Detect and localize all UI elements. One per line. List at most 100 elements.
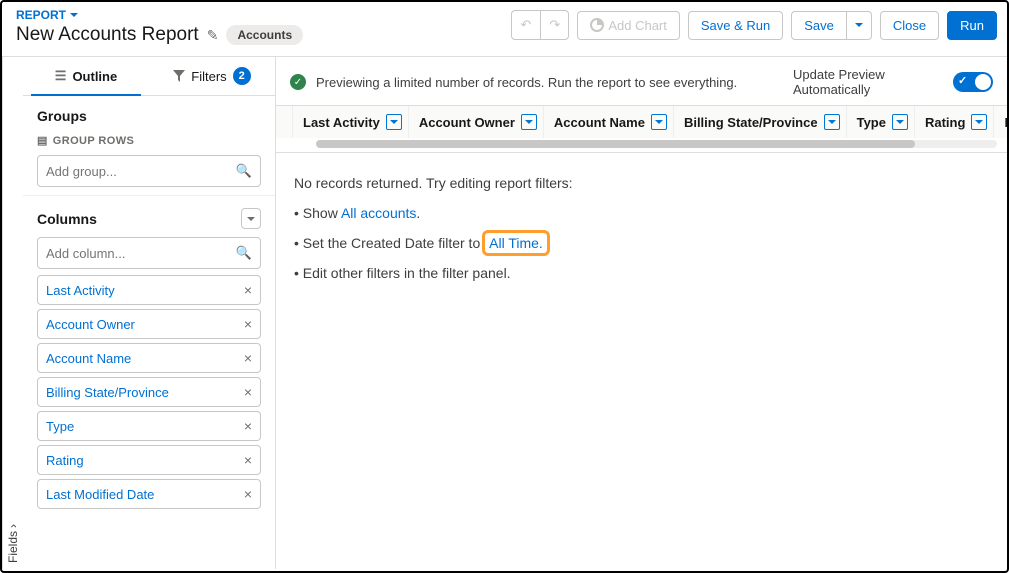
remove-column-icon[interactable]: ×: [244, 316, 252, 332]
columns-title: Columns: [37, 211, 97, 227]
header-left: REPORT New Accounts Report ✎ Accounts: [16, 8, 511, 46]
column-header[interactable]: Las: [994, 106, 1007, 138]
tab-filters[interactable]: Filters 2: [149, 57, 275, 95]
remove-column-icon[interactable]: ×: [244, 486, 252, 502]
column-header[interactable]: Account Name: [544, 106, 674, 138]
report-type-text: REPORT: [16, 8, 66, 22]
remove-column-icon[interactable]: ×: [244, 452, 252, 468]
column-header-label: Rating: [925, 115, 965, 130]
save-button[interactable]: Save: [791, 11, 846, 40]
add-column-input-wrap[interactable]: 🔍: [37, 237, 261, 269]
add-group-input-wrap[interactable]: 🔍: [37, 155, 261, 187]
column-item-label: Type: [46, 419, 74, 434]
tab-outline[interactable]: ☰ Outline: [23, 57, 149, 95]
column-header-label: Last Activity: [303, 115, 380, 130]
column-item[interactable]: Rating ×: [37, 445, 261, 475]
all-accounts-link[interactable]: All accounts: [341, 205, 416, 221]
horizontal-scrollbar[interactable]: [316, 140, 997, 148]
sidebar-tabs: ☰ Outline Filters 2: [23, 57, 275, 96]
filter-count-badge: 2: [233, 67, 251, 85]
add-chart-label: Add Chart: [608, 18, 667, 33]
column-item[interactable]: Account Owner ×: [37, 309, 261, 339]
column-item-label: Billing State/Province: [46, 385, 169, 400]
tab-outline-label: Outline: [72, 69, 117, 84]
column-header[interactable]: Type: [847, 106, 915, 138]
column-header-label: Type: [857, 115, 886, 130]
redo-button[interactable]: ↷: [540, 10, 569, 40]
column-list: Last Activity×Account Owner×Account Name…: [37, 275, 261, 509]
column-item[interactable]: Account Name×: [37, 343, 261, 373]
group-rows-label: ▤ GROUP ROWS: [37, 134, 261, 147]
column-menu-icon[interactable]: [651, 114, 667, 130]
report-type-label[interactable]: REPORT: [16, 8, 511, 22]
remove-column-icon[interactable]: ×: [244, 384, 252, 400]
search-icon: 🔍: [236, 163, 252, 179]
column-item-label: Account Owner: [46, 317, 135, 332]
main-content: ✓ Previewing a limited number of records…: [276, 57, 1007, 569]
chevron-down-icon: [855, 21, 863, 29]
table-header-wrap: Last Activity Account Owner Account Name Bi…: [276, 106, 1007, 153]
chevron-down-icon: [70, 11, 78, 19]
save-menu-button[interactable]: [846, 11, 872, 40]
table-header: Last Activity Account Owner Account Name Bi…: [276, 106, 1007, 138]
save-run-button[interactable]: Save & Run: [688, 11, 783, 40]
preview-message: Previewing a limited number of records. …: [316, 75, 783, 90]
empty-heading: No records returned. Try editing report …: [294, 175, 989, 191]
remove-column-icon[interactable]: ×: [244, 350, 252, 366]
suggestion-show-all: Show All accounts.: [294, 205, 989, 221]
fields-panel-toggle[interactable]: Fields ›: [2, 57, 23, 569]
column-item[interactable]: Last Activity ×: [37, 275, 261, 305]
add-group-input[interactable]: [46, 164, 236, 179]
chevron-right-icon: ›: [6, 524, 20, 528]
chart-icon: [590, 18, 604, 32]
columns-section: Columns 🔍 Last Activity×Account Owner×Ac…: [23, 196, 275, 517]
column-header[interactable]: Rating: [915, 106, 994, 138]
auto-update-label: Update Preview Automatically: [793, 67, 943, 97]
column-menu-icon[interactable]: [892, 114, 908, 130]
run-button[interactable]: Run: [947, 11, 997, 40]
column-item[interactable]: Type ×: [37, 411, 261, 441]
add-column-input[interactable]: [46, 246, 236, 261]
suggestion-edit-filters: Edit other filters in the filter panel.: [294, 265, 989, 281]
edit-title-icon[interactable]: ✎: [207, 27, 219, 44]
columns-menu-button[interactable]: [241, 208, 261, 229]
remove-column-icon[interactable]: ×: [244, 418, 252, 434]
remove-column-icon[interactable]: ×: [244, 282, 252, 298]
column-header[interactable]: Last Activity: [293, 106, 409, 138]
rows-icon: ▤: [37, 134, 48, 147]
fields-tab-label: Fields: [6, 531, 20, 563]
auto-update-toggle[interactable]: [953, 72, 993, 92]
column-item[interactable]: Billing State/Province ×: [37, 377, 261, 407]
column-header[interactable]: Account Owner: [409, 106, 544, 138]
filter-icon: [173, 70, 185, 82]
column-item[interactable]: Last Modified Date×: [37, 479, 261, 509]
column-item-label: Rating: [46, 453, 84, 468]
success-icon: ✓: [290, 74, 306, 90]
report-header: REPORT New Accounts Report ✎ Accounts ↶ …: [2, 2, 1007, 57]
column-menu-icon[interactable]: [824, 114, 840, 130]
chevron-down-icon: [247, 215, 255, 223]
header-actions: ↶ ↷ Add Chart Save & Run Save Close Run: [511, 8, 997, 40]
preview-bar: ✓ Previewing a limited number of records…: [276, 57, 1007, 106]
column-header-label: Account Owner: [419, 115, 515, 130]
groups-title: Groups: [37, 108, 261, 124]
suggestion-all-time: Set the Created Date filter to All Time.: [294, 235, 989, 251]
column-item-label: Last Activity: [46, 283, 115, 298]
column-menu-icon[interactable]: [521, 114, 537, 130]
column-menu-icon[interactable]: [971, 114, 987, 130]
row-counter-header: [276, 106, 293, 138]
undo-button[interactable]: ↶: [511, 10, 541, 40]
all-time-link[interactable]: All Time.: [482, 230, 550, 256]
add-chart-button[interactable]: Add Chart: [577, 11, 680, 40]
column-header[interactable]: Billing State/Province: [674, 106, 847, 138]
outline-icon: ☰: [55, 68, 67, 84]
column-header-label: Las: [1004, 115, 1007, 130]
column-header-label: Account Name: [554, 115, 645, 130]
groups-section: Groups ▤ GROUP ROWS 🔍: [23, 96, 275, 196]
column-menu-icon[interactable]: [386, 114, 402, 130]
report-title: New Accounts Report: [16, 24, 199, 46]
object-badge: Accounts: [226, 25, 303, 45]
column-header-label: Billing State/Province: [684, 115, 818, 130]
close-button[interactable]: Close: [880, 11, 939, 40]
sidebar: ☰ Outline Filters 2 Groups ▤ GROUP ROWS …: [23, 57, 276, 569]
